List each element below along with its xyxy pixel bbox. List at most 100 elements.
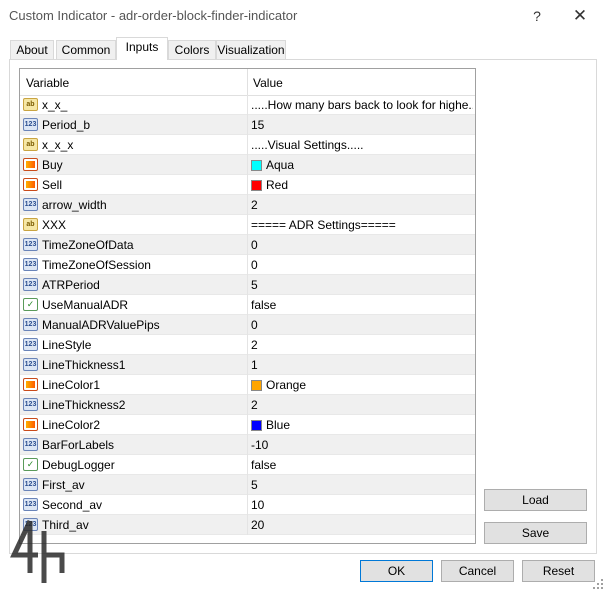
variable-name: First_av bbox=[42, 478, 85, 492]
variable-name: TimeZoneOfData bbox=[42, 238, 134, 252]
variable-value[interactable]: 1 bbox=[251, 358, 258, 372]
resize-grip-icon[interactable] bbox=[593, 579, 603, 589]
cell-divider bbox=[247, 315, 248, 335]
variable-value[interactable]: 2 bbox=[251, 198, 258, 212]
tab-visualization[interactable]: Visualization bbox=[216, 40, 286, 59]
table-row[interactable]: 123 ATRPeriod 5 bbox=[20, 275, 475, 295]
variable-value[interactable]: Orange bbox=[251, 378, 306, 392]
variable-name: ATRPeriod bbox=[42, 278, 100, 292]
variable-value[interactable]: 5 bbox=[251, 478, 258, 492]
variable-value[interactable]: .....How many bars back to look for high… bbox=[251, 98, 473, 112]
variable-value[interactable]: Red bbox=[251, 178, 288, 192]
cell-divider bbox=[247, 135, 248, 155]
table-row[interactable]: 123 LineThickness2 2 bbox=[20, 395, 475, 415]
variable-name: Period_b bbox=[42, 118, 91, 132]
table-row[interactable]: 123 LineThickness1 1 bbox=[20, 355, 475, 375]
variable-value[interactable]: 5 bbox=[251, 278, 258, 292]
color-type-icon bbox=[23, 158, 38, 171]
variable-value[interactable]: 15 bbox=[251, 118, 264, 132]
cell-divider bbox=[247, 195, 248, 215]
cell-divider bbox=[247, 455, 248, 475]
save-button[interactable]: Save bbox=[484, 522, 587, 544]
table-row[interactable]: Buy Aqua bbox=[20, 155, 475, 175]
string-type-icon: ab bbox=[23, 98, 38, 111]
variable-value[interactable]: 0 bbox=[251, 258, 258, 272]
variable-name: Buy bbox=[42, 158, 63, 172]
table-row[interactable]: ✓ DebugLogger false bbox=[20, 455, 475, 475]
table-row[interactable]: 123 Third_av 20 bbox=[20, 515, 475, 535]
integer-type-icon: 123 bbox=[23, 398, 38, 411]
variable-value[interactable]: 10 bbox=[251, 498, 264, 512]
table-header: Variable Value bbox=[20, 69, 475, 96]
variable-name: BarForLabels bbox=[42, 438, 115, 452]
table-row[interactable]: ab XXX ===== ADR Settings===== bbox=[20, 215, 475, 235]
cell-divider bbox=[247, 475, 248, 495]
tab-about[interactable]: About bbox=[10, 40, 54, 59]
cell-divider bbox=[247, 175, 248, 195]
cell-divider bbox=[247, 415, 248, 435]
variable-value[interactable]: 2 bbox=[251, 338, 258, 352]
variable-name: x_x_x bbox=[42, 138, 74, 152]
variable-value[interactable]: 0 bbox=[251, 238, 258, 252]
table-row[interactable]: LineColor2 Blue bbox=[20, 415, 475, 435]
variable-value[interactable]: 2 bbox=[251, 398, 258, 412]
integer-type-icon: 123 bbox=[23, 318, 38, 331]
table-row[interactable]: 123 arrow_width 2 bbox=[20, 195, 475, 215]
tab-colors[interactable]: Colors bbox=[168, 40, 216, 59]
variable-value[interactable]: Aqua bbox=[251, 158, 294, 172]
variable-value[interactable]: ===== ADR Settings===== bbox=[251, 218, 396, 232]
boolean-type-icon: ✓ bbox=[23, 298, 38, 311]
help-button[interactable]: ? bbox=[524, 4, 550, 28]
column-header-variable[interactable]: Variable bbox=[26, 76, 69, 90]
variable-value[interactable]: false bbox=[251, 298, 276, 312]
table-row[interactable]: ab x_x_ .....How many bars back to look fo… bbox=[20, 95, 475, 115]
table-row[interactable]: 123 Second_av 10 bbox=[20, 495, 475, 515]
table-row[interactable]: 123 TimeZoneOfData 0 bbox=[20, 235, 475, 255]
table-row[interactable]: 123 First_av 5 bbox=[20, 475, 475, 495]
variable-name: ManualADRValuePips bbox=[42, 318, 160, 332]
cell-divider bbox=[247, 495, 248, 515]
variable-value[interactable]: 20 bbox=[251, 518, 264, 532]
cell-divider bbox=[247, 215, 248, 235]
cell-divider bbox=[247, 235, 248, 255]
color-swatch bbox=[251, 180, 262, 191]
table-row[interactable]: ab x_x_x .....Visual Settings..... bbox=[20, 135, 475, 155]
table-row[interactable]: 123 TimeZoneOfSession 0 bbox=[20, 255, 475, 275]
ok-button[interactable]: OK bbox=[360, 560, 433, 582]
tab-inputs[interactable]: Inputs bbox=[116, 37, 168, 60]
variable-value[interactable]: false bbox=[251, 458, 276, 472]
variable-value[interactable]: -10 bbox=[251, 438, 268, 452]
variable-value[interactable]: .....Visual Settings..... bbox=[251, 138, 364, 152]
variable-value[interactable]: Blue bbox=[251, 418, 290, 432]
reset-button[interactable]: Reset bbox=[522, 560, 595, 582]
cell-divider bbox=[247, 375, 248, 395]
cancel-button[interactable]: Cancel bbox=[441, 560, 514, 582]
cell-divider bbox=[247, 435, 248, 455]
color-swatch bbox=[251, 420, 262, 431]
table-row[interactable]: 123 Period_b 15 bbox=[20, 115, 475, 135]
load-button[interactable]: Load bbox=[484, 489, 587, 511]
variable-value[interactable]: 0 bbox=[251, 318, 258, 332]
integer-type-icon: 123 bbox=[23, 278, 38, 291]
close-button[interactable]: ✕ bbox=[567, 4, 593, 28]
table-row[interactable]: 123 BarForLabels -10 bbox=[20, 435, 475, 455]
table-row[interactable]: 123 LineStyle 2 bbox=[20, 335, 475, 355]
custom-indicator-dialog: Custom Indicator - adr-order-block-finde… bbox=[0, 0, 605, 591]
variable-name: LineColor1 bbox=[42, 378, 101, 392]
table-row[interactable]: ✓ UseManualADR false bbox=[20, 295, 475, 315]
table-row[interactable]: Sell Red bbox=[20, 175, 475, 195]
table-row[interactable]: 123 ManualADRValuePips 0 bbox=[20, 315, 475, 335]
cell-divider bbox=[247, 275, 248, 295]
variable-name: TimeZoneOfSession bbox=[42, 258, 151, 272]
variable-name: LineColor2 bbox=[42, 418, 101, 432]
color-name: Blue bbox=[266, 418, 291, 432]
table-row[interactable]: LineColor1 Orange bbox=[20, 375, 475, 395]
column-divider[interactable] bbox=[247, 69, 248, 95]
cell-divider bbox=[247, 295, 248, 315]
column-header-value[interactable]: Value bbox=[253, 76, 283, 90]
cell-divider bbox=[247, 515, 248, 535]
tab-common[interactable]: Common bbox=[56, 40, 116, 59]
integer-type-icon: 123 bbox=[23, 118, 38, 131]
integer-type-icon: 123 bbox=[23, 338, 38, 351]
color-swatch bbox=[251, 160, 262, 171]
